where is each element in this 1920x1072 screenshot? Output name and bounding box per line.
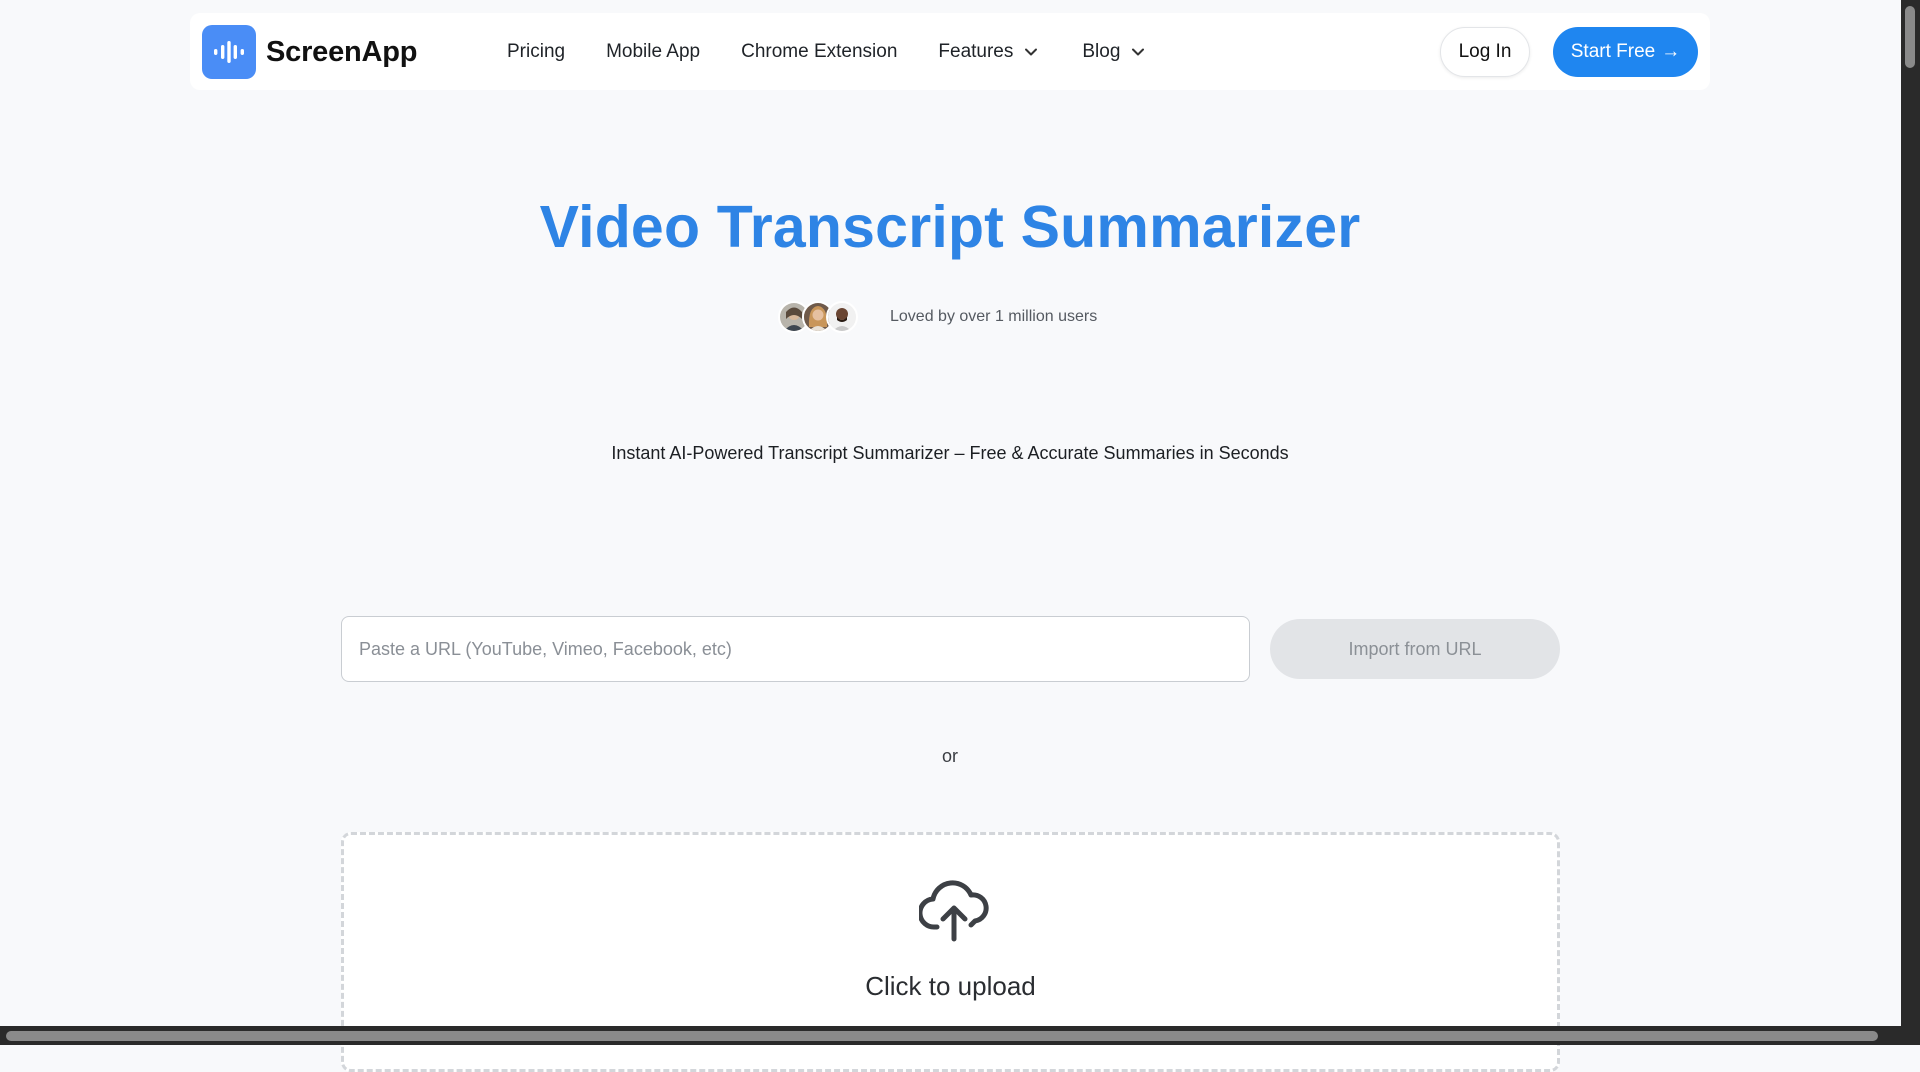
avatar	[826, 301, 858, 333]
start-free-button-label: Start Free	[1570, 41, 1656, 62]
horizontal-scrollbar[interactable]	[0, 1026, 1920, 1045]
horizontal-scrollbar-thumb[interactable]	[6, 1031, 1878, 1041]
or-divider: or	[941, 746, 958, 766]
cloud-upload-icon	[919, 880, 989, 942]
nav-item-label: Blog	[1082, 40, 1121, 62]
audio-waveform-icon	[202, 25, 256, 79]
upload-label: Click to upload	[865, 971, 1036, 1001]
avatar-group	[778, 301, 858, 333]
chevron-down-icon	[1025, 48, 1038, 55]
login-button-label: Log In	[1458, 41, 1512, 62]
social-proof: Loved by over 1 million users	[778, 300, 1097, 334]
social-proof-text: Loved by over 1 million users	[890, 308, 1098, 325]
nav-item-features[interactable]: Features	[938, 41, 1041, 63]
nav-item-label: Chrome Extension	[741, 40, 898, 62]
page-subtitle: Instant AI-Powered Transcript Summarizer…	[611, 443, 1289, 463]
import-from-url-button[interactable]: Import from URL	[1270, 619, 1560, 679]
nav-item-blog[interactable]: Blog	[1082, 41, 1148, 63]
brand-name: ScreenApp	[266, 35, 418, 68]
nav-item-chrome-extension[interactable]: Chrome Extension	[741, 41, 897, 63]
nav-item-mobile-app[interactable]: Mobile App	[606, 41, 700, 63]
brand-logo[interactable]: ScreenApp	[202, 25, 418, 79]
url-input[interactable]	[341, 616, 1250, 682]
login-button[interactable]: Log In	[1440, 27, 1530, 77]
nav-item-label: Mobile App	[606, 40, 701, 62]
nav-item-label: Pricing	[507, 40, 566, 62]
main-nav: Pricing Mobile App Chrome Extension Feat…	[507, 13, 1148, 90]
nav-item-label: Features	[938, 40, 1014, 62]
nav-item-pricing[interactable]: Pricing	[507, 41, 565, 63]
chevron-down-icon	[1132, 48, 1145, 55]
arrow-right-icon: →	[1661, 41, 1681, 62]
import-button-label: Import from URL	[1348, 638, 1482, 659]
page-title: Video Transcript Summarizer	[539, 194, 1361, 260]
start-free-button[interactable]: Start Free →	[1553, 27, 1698, 77]
site-header: ScreenApp Pricing Mobile App Chrome Exte…	[190, 13, 1710, 90]
vertical-scrollbar-thumb[interactable]	[1905, 6, 1915, 68]
vertical-scrollbar[interactable]	[1901, 0, 1920, 1045]
